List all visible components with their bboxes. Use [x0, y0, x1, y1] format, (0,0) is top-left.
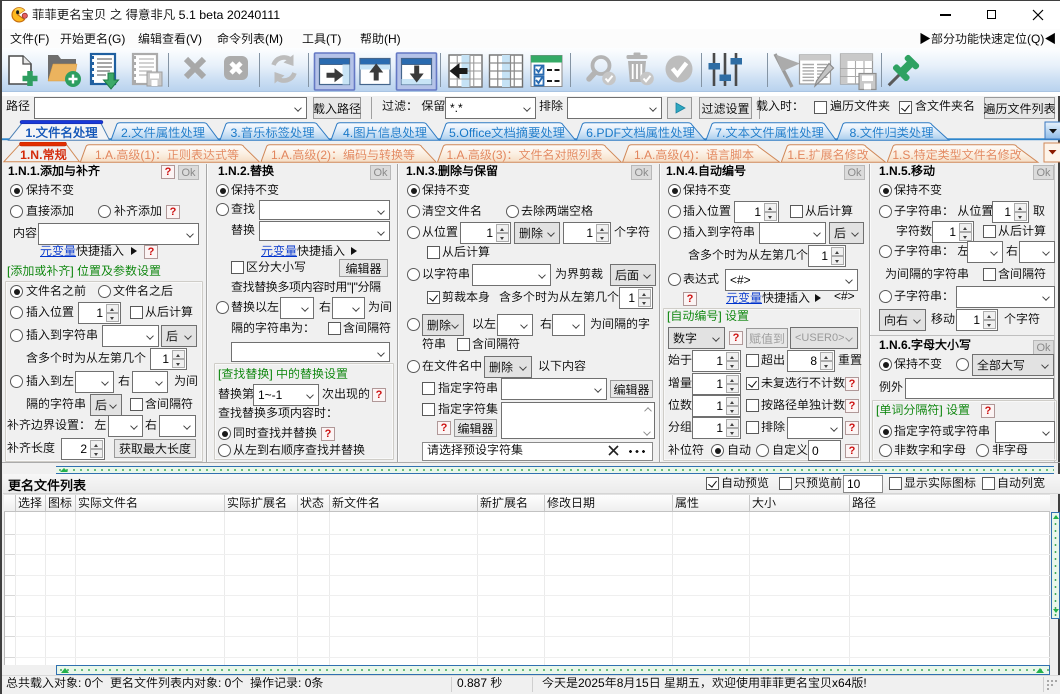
- svg-text:1.文件名处理: 1.文件名处理: [25, 126, 98, 140]
- svg-text:1.A.高级(3)：文件名对照列表: 1.A.高级(3)：文件名对照列表: [446, 148, 602, 162]
- svg-text:6.PDF文档属性处理: 6.PDF文档属性处理: [586, 126, 695, 140]
- svg-text:1.A.高级(4)：语言脚本: 1.A.高级(4)：语言脚本: [634, 148, 754, 162]
- svg-text:5.Office文档摘要处理: 5.Office文档摘要处理: [449, 126, 565, 140]
- svg-text:1.E.扩展名修改: 1.E.扩展名修改: [787, 148, 868, 162]
- svg-text:1.S.特定类型文件名修改: 1.S.特定类型文件名修改: [892, 148, 1021, 162]
- svg-text:2.文件属性处理: 2.文件属性处理: [121, 126, 205, 140]
- svg-text:1.A.高级(1)：正则表达式等: 1.A.高级(1)：正则表达式等: [95, 148, 239, 162]
- svg-text:1.A.高级(2)：编码与转换等: 1.A.高级(2)：编码与转换等: [271, 148, 415, 162]
- svg-text:1.N.常规: 1.N.常规: [20, 148, 67, 162]
- svg-text:7.文本文件属性处理: 7.文本文件属性处理: [715, 126, 824, 140]
- svg-text:3.音乐标签处理: 3.音乐标签处理: [230, 126, 314, 140]
- svg-text:4.图片信息处理: 4.图片信息处理: [343, 126, 427, 140]
- svg-text:8.文件归类处理: 8.文件归类处理: [849, 126, 933, 140]
